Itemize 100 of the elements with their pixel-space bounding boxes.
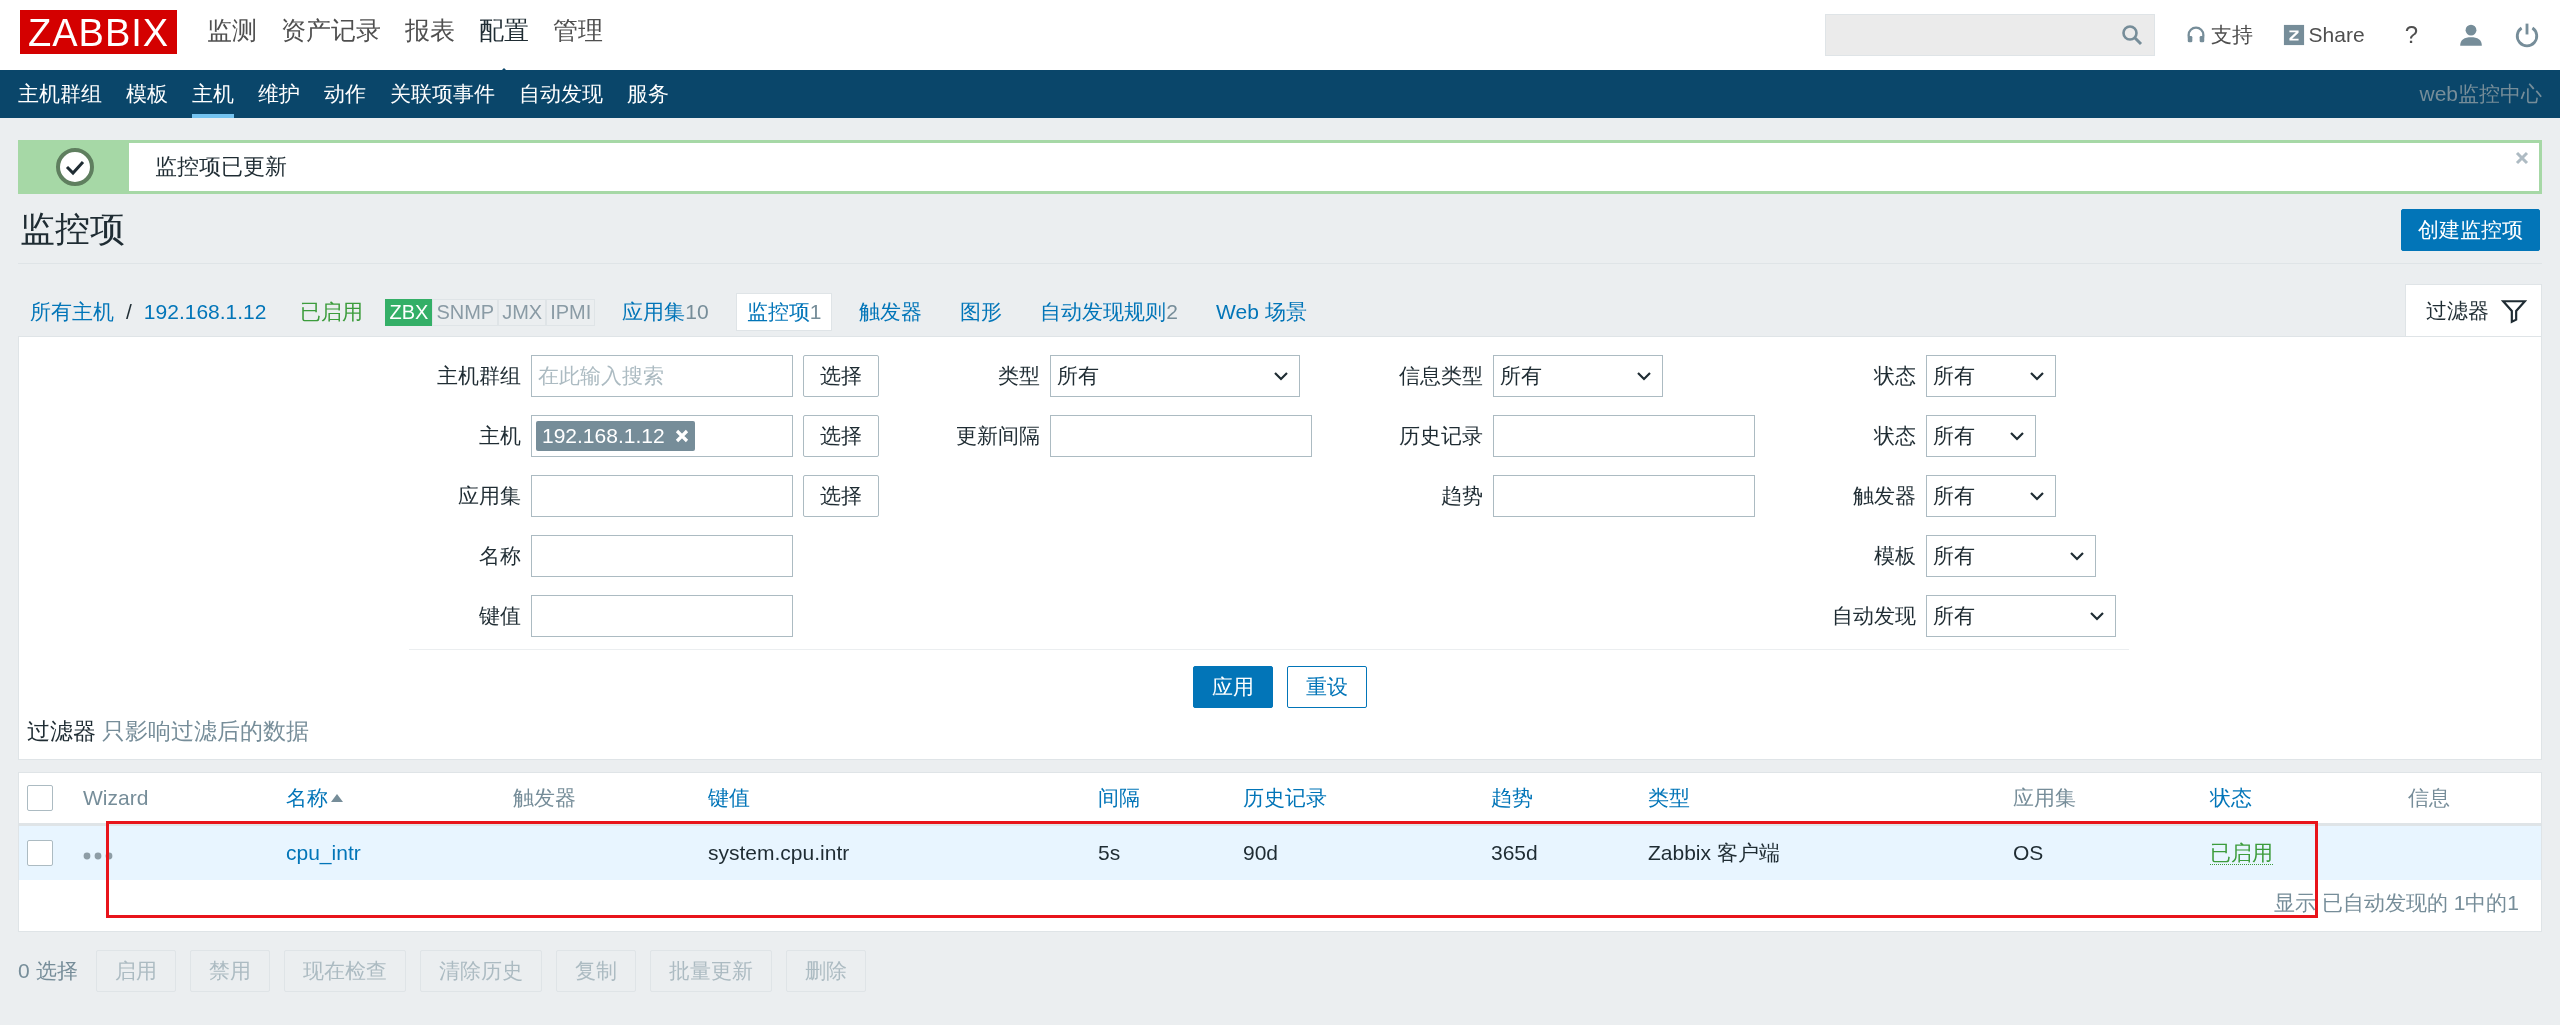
- main-menu-item[interactable]: 管理: [541, 0, 616, 70]
- host-tab[interactable]: 触发器: [848, 293, 934, 331]
- availability-badge: SNMP: [432, 298, 499, 326]
- help-link[interactable]: ?: [2394, 21, 2428, 49]
- funnel-icon: [2501, 297, 2527, 324]
- close-icon[interactable]: [2515, 151, 2529, 165]
- field-label: 信息类型: [1398, 363, 1484, 389]
- reset-button[interactable]: 重设: [1287, 666, 1367, 708]
- search-icon[interactable]: [2119, 23, 2144, 47]
- remove-icon[interactable]: [674, 429, 689, 443]
- breadcrumb-link[interactable]: 所有主机: [30, 298, 114, 326]
- row-checkbox[interactable]: [27, 840, 53, 866]
- multiselect-field[interactable]: 192.168.1.12: [531, 415, 793, 457]
- sub-menu-item[interactable]: 主机群组: [18, 70, 102, 118]
- availability-badge: IPMI: [546, 298, 596, 326]
- host-tab[interactable]: 图形: [949, 293, 1014, 331]
- search-field[interactable]: [1824, 14, 2155, 56]
- main-menu-item[interactable]: 报表: [393, 0, 468, 70]
- sub-menu-item[interactable]: 动作: [324, 70, 366, 118]
- user-icon[interactable]: [2458, 22, 2484, 48]
- table-cell: system.cpu.intr: [708, 841, 850, 864]
- support-link[interactable]: 支持: [2184, 21, 2253, 49]
- column-header[interactable]: 键值: [708, 784, 750, 812]
- caret-down-icon: [2008, 431, 2025, 441]
- host-tab[interactable]: 应用集10: [611, 293, 720, 331]
- table-cell: 5s: [1098, 841, 1121, 864]
- host-tag[interactable]: 192.168.1.12: [536, 421, 695, 451]
- breadcrumb-link[interactable]: 192.168.1.12: [143, 300, 267, 324]
- table-cell: 365d: [1491, 841, 1538, 864]
- dots-icon[interactable]: [83, 852, 113, 860]
- select-button[interactable]: 选择: [803, 415, 879, 457]
- host-tab[interactable]: 自动发现规则2: [1029, 293, 1190, 331]
- share-link[interactable]: Share: [2282, 23, 2365, 47]
- field-label: 更新间隔: [955, 423, 1041, 449]
- column-header[interactable]: 间隔: [1098, 784, 1140, 812]
- sub-menu-item[interactable]: 主机: [192, 70, 234, 118]
- caret-down-icon: [2028, 491, 2045, 501]
- availability-badge: JMX: [498, 298, 547, 326]
- availability-badge: ZBX: [385, 298, 433, 326]
- multiselect-field[interactable]: 在此输入搜索: [531, 355, 793, 397]
- select-all-checkbox[interactable]: [27, 785, 53, 811]
- field-label: 状态: [1872, 423, 1916, 449]
- filter-note: 过滤器 只影响过滤后的数据: [27, 717, 311, 746]
- table-row[interactable]: cpu_intr system.cpu.intr 5s 90d 365d Zabbix 客户端 OS 已启用: [19, 826, 2541, 880]
- text-field[interactable]: [1050, 415, 1313, 457]
- caret-down-icon: [2088, 611, 2105, 621]
- column-header[interactable]: 状态: [2210, 784, 2252, 812]
- zabbix-logo[interactable]: ZABBIX: [20, 10, 178, 54]
- sub-menu-item[interactable]: 维护: [258, 70, 300, 118]
- table-summary: 显示 已自动发现的 1中的1: [2273, 891, 2519, 914]
- sub-menu-item[interactable]: 自动发现: [519, 70, 603, 118]
- field-label: 键值: [478, 603, 521, 629]
- dropdown[interactable]: 所有: [1925, 535, 2096, 577]
- host-tab[interactable]: Web 场景: [1205, 293, 1318, 331]
- sub-menu-item[interactable]: 模板: [126, 70, 168, 118]
- column-header: 信息: [2408, 785, 2450, 811]
- dropdown[interactable]: 所有: [1925, 475, 2056, 517]
- dropdown[interactable]: 所有: [1925, 355, 2056, 397]
- column-header[interactable]: 历史记录: [1243, 784, 1327, 812]
- field-label: 趋势: [1440, 483, 1484, 509]
- column-header: 触发器: [513, 785, 576, 811]
- column-header[interactable]: 趋势: [1491, 784, 1533, 812]
- caret-down-icon: [1636, 371, 1653, 381]
- table-cell: Zabbix 客户端: [1648, 841, 1780, 864]
- field-label: 主机群组: [436, 363, 521, 389]
- main-menu-item[interactable]: 监测: [195, 0, 270, 70]
- item-name-link[interactable]: cpu_intr: [286, 841, 361, 864]
- text-field[interactable]: [531, 535, 793, 577]
- text-field[interactable]: [1493, 475, 1756, 517]
- selection-count: 0 选择: [18, 958, 78, 984]
- dropdown[interactable]: 所有: [1050, 355, 1301, 397]
- field-label: 模板: [1872, 543, 1916, 569]
- host-tab[interactable]: 监控项1: [735, 293, 833, 331]
- status-link[interactable]: 已启用: [2210, 841, 2273, 865]
- dropdown[interactable]: 所有: [1925, 595, 2116, 637]
- field-label: 名称: [478, 543, 521, 569]
- create-item-button[interactable]: 创建监控项: [2401, 208, 2540, 251]
- filter-tab[interactable]: 过滤器: [2405, 284, 2542, 336]
- column-header[interactable]: 名称: [286, 784, 344, 812]
- field-label: 触发器: [1851, 483, 1916, 509]
- dropdown[interactable]: 所有: [1493, 355, 1664, 397]
- field-label: 类型: [997, 363, 1041, 389]
- main-menu-item[interactable]: 资产记录: [269, 0, 394, 70]
- dropdown[interactable]: 所有: [1925, 415, 2036, 457]
- select-button[interactable]: 选择: [803, 475, 879, 517]
- text-field[interactable]: [1493, 415, 1756, 457]
- select-button[interactable]: 选择: [803, 355, 879, 397]
- sub-menu-item[interactable]: 服务: [627, 70, 669, 118]
- caret-down-icon: [2068, 551, 2085, 561]
- apply-button[interactable]: 应用: [1193, 666, 1273, 708]
- text-field[interactable]: [531, 595, 793, 637]
- caret-down-icon: [2028, 371, 2045, 381]
- server-name: web监控中心: [2419, 81, 2542, 107]
- field-label: 应用集: [457, 483, 521, 509]
- column-header[interactable]: 类型: [1648, 784, 1690, 812]
- power-icon[interactable]: [2514, 22, 2540, 48]
- sub-menu-item[interactable]: 关联项事件: [390, 70, 495, 118]
- host-status-link[interactable]: 已启用: [300, 298, 364, 326]
- page-title: 监控项: [20, 208, 125, 250]
- multiselect-field[interactable]: [531, 475, 793, 517]
